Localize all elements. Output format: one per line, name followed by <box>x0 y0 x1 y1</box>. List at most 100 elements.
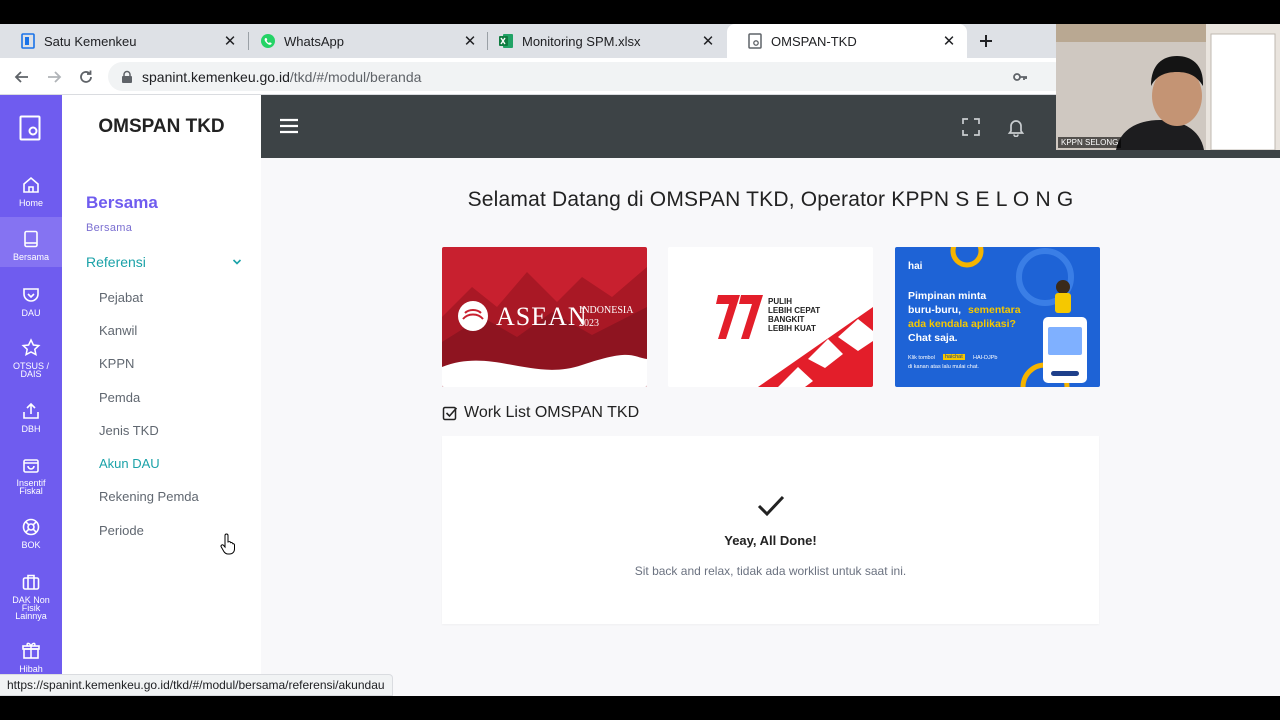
bell-icon[interactable] <box>1006 117 1026 137</box>
worklist-title: Work List OMSPAN TKD <box>464 404 640 421</box>
hai-brand: hai <box>908 261 923 272</box>
plus-icon <box>980 35 992 47</box>
lifebuoy-icon <box>22 518 40 536</box>
asean-wordmark: ASEAN <box>496 302 588 331</box>
rail-item-dbh[interactable]: DBH <box>0 391 62 441</box>
hand-cursor-icon <box>220 533 235 555</box>
shield-icon <box>23 288 39 302</box>
forward-button[interactable] <box>43 66 65 88</box>
tab-omspan-tkd[interactable]: OMSPAN-TKD ✕ <box>727 24 967 58</box>
upload-icon <box>23 402 39 419</box>
rail-item-insentif-fiskal[interactable]: Insentif Fiskal <box>0 447 62 507</box>
menu-link-kppn[interactable]: KPPN <box>99 356 134 371</box>
side-menu: OMSPAN TKD Bersama Bersama Referensi Pej… <box>62 95 261 696</box>
menu-link-pejabat[interactable]: Pejabat <box>99 290 143 305</box>
home-icon <box>23 176 39 193</box>
book-icon <box>24 230 38 248</box>
banner-asean[interactable]: ASEAN INDONESIA 2023 <box>442 247 647 387</box>
webcam-person-image <box>1056 24 1280 150</box>
menu-link-periode[interactable]: Periode <box>99 523 144 538</box>
close-icon[interactable]: ✕ <box>700 33 716 50</box>
lock-icon <box>122 70 132 83</box>
gift-icon <box>22 642 40 659</box>
rail-item-bersama[interactable]: Bersama <box>0 217 62 267</box>
briefcase-icon <box>22 574 40 590</box>
menu-group-label: Referensi <box>86 254 146 270</box>
webcam-overlay: KPPN SELONG <box>1056 24 1280 150</box>
empty-state-message: Sit back and relax, tidak ada worklist u… <box>634 564 907 578</box>
checkmark-icon <box>757 495 785 517</box>
arrow-right-icon <box>48 71 62 83</box>
fullscreen-icon[interactable] <box>961 117 981 137</box>
back-button[interactable] <box>11 66 33 88</box>
rail-item-bok[interactable]: BOK <box>0 509 62 559</box>
tab-monitoring-spm[interactable]: Monitoring SPM.xlsx ✕ <box>478 24 726 58</box>
menu-link-kanwil[interactable]: Kanwil <box>99 323 137 338</box>
omspan-app: Home Bersama DAU OTSUS / DAIS DBH Insent… <box>0 95 1280 696</box>
status-url-bubble: https://spanint.kemenkeu.go.id/tkd/#/mod… <box>0 674 393 696</box>
tab-whatsapp[interactable]: WhatsApp ✕ <box>240 24 488 58</box>
hai-small-tag: haichat <box>943 354 965 360</box>
rail-item-dak-non-fisik[interactable]: DAK Non Fisik Lainnya <box>0 563 62 629</box>
worklist-panel: Yeay, All Done! Sit back and relax, tida… <box>442 436 1099 624</box>
asean-emblem-icon <box>458 301 488 331</box>
hai-small-2: HAI-DJPb <box>973 355 998 361</box>
banner-hai-djpb[interactable]: hai Pimpinan minta buru-buru, sementara … <box>895 247 1100 387</box>
hamburger-menu-icon[interactable] <box>279 117 299 135</box>
arrow-left-icon <box>14 71 28 83</box>
reload-icon <box>80 70 92 83</box>
page-icon <box>747 33 763 49</box>
key-icon[interactable] <box>1012 69 1028 85</box>
menu-section-title: Bersama <box>86 193 158 212</box>
url-path: /tkd/#/modul/beranda <box>289 68 422 85</box>
reload-button[interactable] <box>75 66 97 88</box>
hai-text-5: Chat saja. <box>908 332 958 344</box>
app-brand[interactable]: OMSPAN TKD <box>62 95 261 158</box>
rail-item-otsus-dais[interactable]: OTSUS / DAIS <box>0 328 62 388</box>
close-icon[interactable]: ✕ <box>941 33 957 50</box>
hut-tagline-3: BANGKIT <box>768 315 805 324</box>
address-bar[interactable]: spanint.kemenkeu.go.id/tkd/#/modul/beran… <box>108 62 1068 91</box>
hai-text-3: sementara <box>968 304 1021 316</box>
rail-item-dau[interactable]: DAU <box>0 273 62 323</box>
module-rail: Home Bersama DAU OTSUS / DAIS DBH Insent… <box>0 95 62 696</box>
menu-group-referensi[interactable]: Referensi <box>86 254 242 270</box>
screen: Satu Kemenkeu ✕ WhatsApp ✕ Monitoring SP… <box>0 0 1280 720</box>
new-tab-button[interactable] <box>974 29 998 53</box>
asean-country: INDONESIA <box>579 305 634 316</box>
worklist-heading: Work List OMSPAN TKD <box>442 404 639 422</box>
hai-text-2: buru-buru, <box>908 304 962 316</box>
url-host: spanint.kemenkeu.go.id <box>142 68 290 85</box>
hai-small-3: di kanan atas lalu mulai chat. <box>908 364 979 370</box>
bag-icon <box>23 459 39 473</box>
webcam-name-label: KPPN SELONG <box>1058 137 1122 148</box>
whatsapp-icon <box>260 33 276 49</box>
checkbox-checked-icon <box>442 406 458 421</box>
hut-tagline-1: PULIH <box>768 297 792 306</box>
tab-satu-kemenkeu[interactable]: Satu Kemenkeu ✕ <box>0 24 248 58</box>
excel-icon <box>498 33 514 49</box>
empty-state-title: Yeay, All Done! <box>724 533 817 548</box>
hai-small-1: Klik tombol <box>908 355 935 361</box>
main-content: Selamat Datang di OMSPAN TKD, Operator K… <box>261 158 1280 696</box>
hut-tagline-4: LEBIH KUAT <box>768 324 816 333</box>
app-logo-icon[interactable] <box>19 115 43 141</box>
hai-text-4: ada kendala aplikasi? <box>908 318 1016 330</box>
kemenkeu-icon <box>20 33 36 49</box>
banner-hut-ri-77[interactable]: PULIH LEBIH CEPAT BANGKIT LEBIH KUAT <box>668 247 873 387</box>
welcome-heading: Selamat Datang di OMSPAN TKD, Operator K… <box>467 188 1074 211</box>
menu-link-jenis-tkd[interactable]: Jenis TKD <box>99 423 159 438</box>
hai-text-1: Pimpinan minta <box>908 290 987 302</box>
close-icon[interactable]: ✕ <box>222 33 238 50</box>
menu-section-subtitle: Bersama <box>86 222 133 234</box>
star-icon <box>21 338 41 357</box>
close-icon[interactable]: ✕ <box>462 33 478 50</box>
menu-link-pemda[interactable]: Pemda <box>99 390 140 405</box>
url-text: spanint.kemenkeu.go.id/tkd/#/modul/beran… <box>142 69 421 85</box>
hut-tagline-2: LEBIH CEPAT <box>768 306 821 315</box>
rail-item-home[interactable]: Home <box>0 165 62 215</box>
asean-year: 2023 <box>579 318 599 329</box>
menu-link-rekening-pemda[interactable]: Rekening Pemda <box>99 489 199 504</box>
chevron-down-icon <box>232 259 242 265</box>
menu-link-akun-dau[interactable]: Akun DAU <box>99 456 160 471</box>
